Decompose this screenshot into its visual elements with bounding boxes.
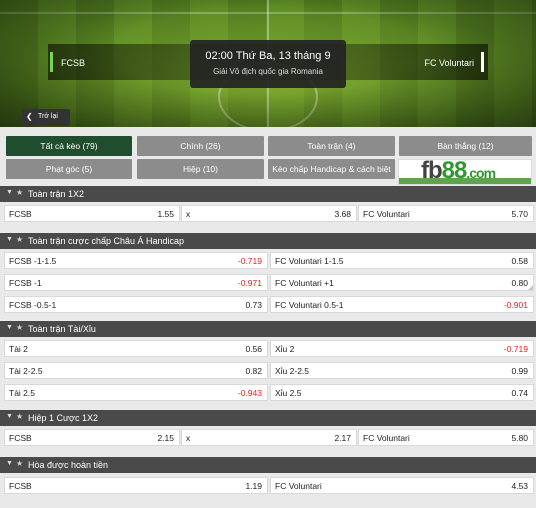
- collapse-caret-icon: ▼: [6, 236, 13, 243]
- star-icon[interactable]: ★: [16, 412, 23, 421]
- odds-cell[interactable]: Xỉu 2 -0.719: [270, 340, 534, 357]
- star-icon[interactable]: ★: [16, 459, 23, 468]
- section-header-first-half-1x2[interactable]: ▼ ★ Hiệp 1 Cược 1X2: [0, 410, 536, 426]
- collapse-caret-icon: ▼: [6, 460, 13, 467]
- tab-all-odds[interactable]: Tất cả kèo (79): [6, 136, 132, 156]
- star-icon[interactable]: ★: [16, 235, 23, 244]
- odds-cell[interactable]: FCSB 2.15: [4, 429, 180, 446]
- back-button[interactable]: ❮ Trở lại: [22, 109, 70, 126]
- odds-cell[interactable]: x 2.17: [181, 429, 357, 446]
- odds-cell[interactable]: FCSB 1.55: [4, 205, 180, 222]
- odds-row: Tài 2.5 -0.943 Xỉu 2.5 0.74: [0, 381, 536, 404]
- odds-row: FCSB 1.55 x 3.68 FC Voluntari 5.70: [0, 202, 536, 225]
- odds-row: FCSB 1.19 FC Voluntari 4.53: [0, 474, 536, 497]
- section-header-1x2[interactable]: ▼ ★ Toàn trận 1X2: [0, 186, 536, 202]
- star-icon[interactable]: ★: [16, 188, 23, 197]
- match-time: 02:00 Thứ Ba, 13 tháng 9: [205, 50, 331, 62]
- odds-cell[interactable]: x 3.68: [181, 205, 357, 222]
- section-title: Hiệp 1 Cược 1X2: [28, 413, 98, 423]
- odds-cell[interactable]: Tài 2.5 -0.943: [4, 384, 268, 401]
- collapse-caret-icon: ▼: [6, 189, 13, 196]
- home-team-name: FCSB: [61, 58, 86, 68]
- home-accent: [50, 52, 53, 72]
- odds-cell[interactable]: Tài 2 0.56: [4, 340, 268, 357]
- section-title: Toàn trận 1X2: [28, 189, 85, 199]
- away-team-name: FC Voluntari: [424, 58, 474, 68]
- odds-row: Tài 2-2.5 0.82 Xỉu 2-2.5 0.99: [0, 359, 536, 382]
- back-label: Trở lại: [38, 113, 58, 120]
- section-title: Toàn trận cược chấp Châu Á Handicap: [28, 236, 185, 246]
- away-accent: [481, 52, 484, 72]
- odds-cell[interactable]: FC Voluntari 1-1.5 0.58: [270, 252, 534, 269]
- odds-cell[interactable]: FCSB -1-1.5 -0.719: [4, 252, 268, 269]
- odds-row: Tài 2 0.56 Xỉu 2 -0.719: [0, 337, 536, 360]
- odds-cell[interactable]: FC Voluntari 5.70: [358, 205, 534, 222]
- tab-goals[interactable]: Bàn thắng (12): [399, 136, 532, 156]
- tab-corners[interactable]: Phạt góc (5): [6, 159, 132, 179]
- odds-cell[interactable]: Tài 2-2.5 0.82: [4, 362, 268, 379]
- odds-cell[interactable]: FC Voluntari 5.80: [358, 429, 534, 446]
- section-title: Hòa được hoàn tiền: [28, 460, 108, 470]
- section-title: Toàn trận Tài/Xỉu: [28, 324, 96, 334]
- odds-cell[interactable]: FCSB 1.19: [4, 477, 268, 494]
- odds-cell[interactable]: FC Voluntari 0.5-1 -0.901: [270, 296, 534, 313]
- odds-cell[interactable]: Xỉu 2-2.5 0.99: [270, 362, 534, 379]
- odds-cell[interactable]: FC Voluntari 4.53: [270, 477, 534, 494]
- tab-full-match[interactable]: Toàn trận (4): [268, 136, 395, 156]
- odds-row: FCSB 2.15 x 2.17 FC Voluntari 5.80: [0, 426, 536, 449]
- section-header-draw-no-bet[interactable]: ▼ ★ Hòa được hoàn tiền: [0, 457, 536, 473]
- fb88-banner[interactable]: fb88.com Games To Play Brilliant Place T…: [398, 159, 532, 185]
- odds-row: FCSB -0.5-1 0.73 FC Voluntari 0.5-1 -0.901: [0, 293, 536, 316]
- tab-main[interactable]: Chính (26): [137, 136, 264, 156]
- section-header-asian-handicap[interactable]: ▼ ★ Toàn trận cược chấp Châu Á Handicap: [0, 233, 536, 249]
- tab-handicap[interactable]: Kèo chấp Handicap & cách biệt (3): [268, 159, 395, 194]
- tab-halves[interactable]: Hiệp (10): [137, 159, 264, 179]
- chevron-left-icon: ❮: [26, 112, 33, 121]
- match-info: 02:00 Thứ Ba, 13 tháng 9 Giải Vô địch qu…: [190, 40, 346, 88]
- odds-cell[interactable]: FCSB -0.5-1 0.73: [4, 296, 268, 313]
- match-league: Giải Vô địch quốc gia Romania: [213, 67, 323, 76]
- collapse-caret-icon: ▼: [6, 324, 13, 331]
- odds-cell[interactable]: FC Voluntari +1 0.80: [270, 274, 534, 291]
- collapse-caret-icon: ▼: [6, 413, 13, 420]
- star-icon[interactable]: ★: [16, 323, 23, 332]
- match-header: FCSB FC Voluntari 02:00 Thứ Ba, 13 tháng…: [0, 0, 536, 127]
- odds-row: FCSB -1-1.5 -0.719 FC Voluntari 1-1.5 0.58: [0, 249, 536, 272]
- odds-cell[interactable]: FCSB -1 -0.971: [4, 274, 268, 291]
- odds-cell[interactable]: Xỉu 2.5 0.74: [270, 384, 534, 401]
- odds-row: FCSB -1 -0.971 FC Voluntari +1 0.80: [0, 271, 536, 294]
- section-header-over-under[interactable]: ▼ ★ Toàn trận Tài/Xỉu: [0, 321, 536, 337]
